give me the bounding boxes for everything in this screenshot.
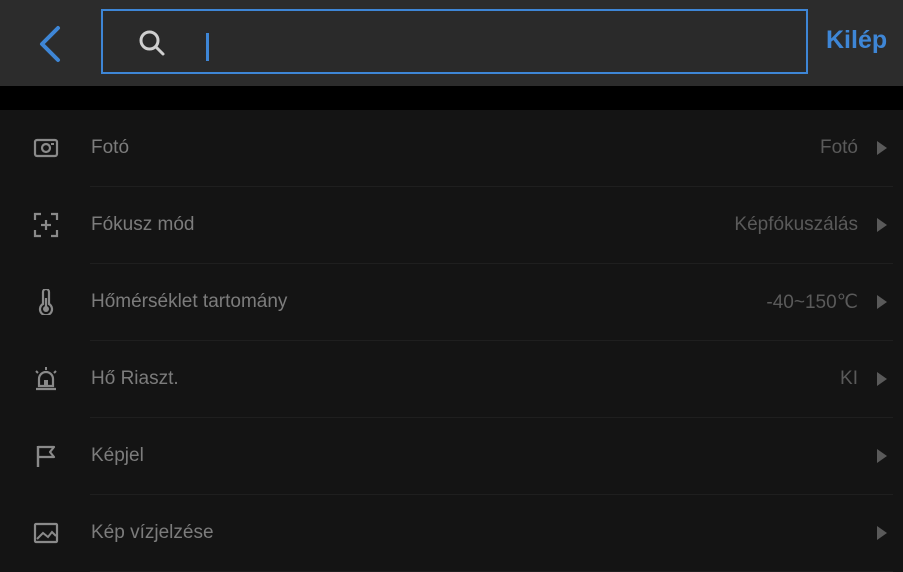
list-item-label: Fókusz mód xyxy=(91,214,195,235)
top-bar: Kilép xyxy=(0,0,903,86)
chevron-right-icon xyxy=(877,141,887,155)
alarm-icon xyxy=(35,367,57,391)
search-box[interactable] xyxy=(101,9,808,74)
list-item-temperature-range[interactable]: Hőmérséklet tartomány -40~150℃ xyxy=(0,264,903,341)
chevron-right-icon xyxy=(877,526,887,540)
camera-icon xyxy=(33,138,59,158)
thermometer-icon xyxy=(38,289,54,315)
chevron-right-icon xyxy=(877,372,887,386)
header-divider xyxy=(0,86,903,110)
list-item-image-mark[interactable]: Képjel xyxy=(0,418,903,495)
back-button[interactable] xyxy=(30,22,70,66)
flag-icon xyxy=(36,445,56,467)
exit-button[interactable]: Kilép xyxy=(826,26,887,55)
chevron-right-icon xyxy=(877,295,887,309)
list-item-photo[interactable]: Fotó Fotó xyxy=(0,110,903,187)
focus-icon xyxy=(33,212,59,238)
list-item-heat-alarm[interactable]: Hő Riaszt. KI xyxy=(0,341,903,418)
list-item-label: Fotó xyxy=(91,137,130,158)
text-cursor xyxy=(206,33,209,61)
list-item-focus-mode[interactable]: Fókusz mód Képfókuszálás xyxy=(0,187,903,264)
list-item-value: Fotó xyxy=(819,137,858,158)
list-item-value: Képfókuszálás xyxy=(734,214,858,235)
list-item-label: Képjel xyxy=(91,445,144,466)
image-icon xyxy=(33,522,59,544)
list-item-label: Hő Riaszt. xyxy=(91,368,179,389)
chevron-right-icon xyxy=(877,449,887,463)
search-input[interactable] xyxy=(193,23,783,61)
settings-list: Fotó Fotó Fókusz mód Képfókuszálás Hőmér… xyxy=(0,110,903,572)
list-item-value: KI xyxy=(840,368,858,389)
list-item-image-watermark[interactable]: Kép vízjelzése xyxy=(0,495,903,572)
chevron-left-icon xyxy=(40,26,60,62)
list-item-label: Kép vízjelzése xyxy=(91,522,214,543)
chevron-right-icon xyxy=(877,218,887,232)
list-item-label: Hőmérséklet tartomány xyxy=(91,291,288,312)
search-icon xyxy=(139,30,165,56)
list-item-value: -40~150℃ xyxy=(766,292,858,313)
